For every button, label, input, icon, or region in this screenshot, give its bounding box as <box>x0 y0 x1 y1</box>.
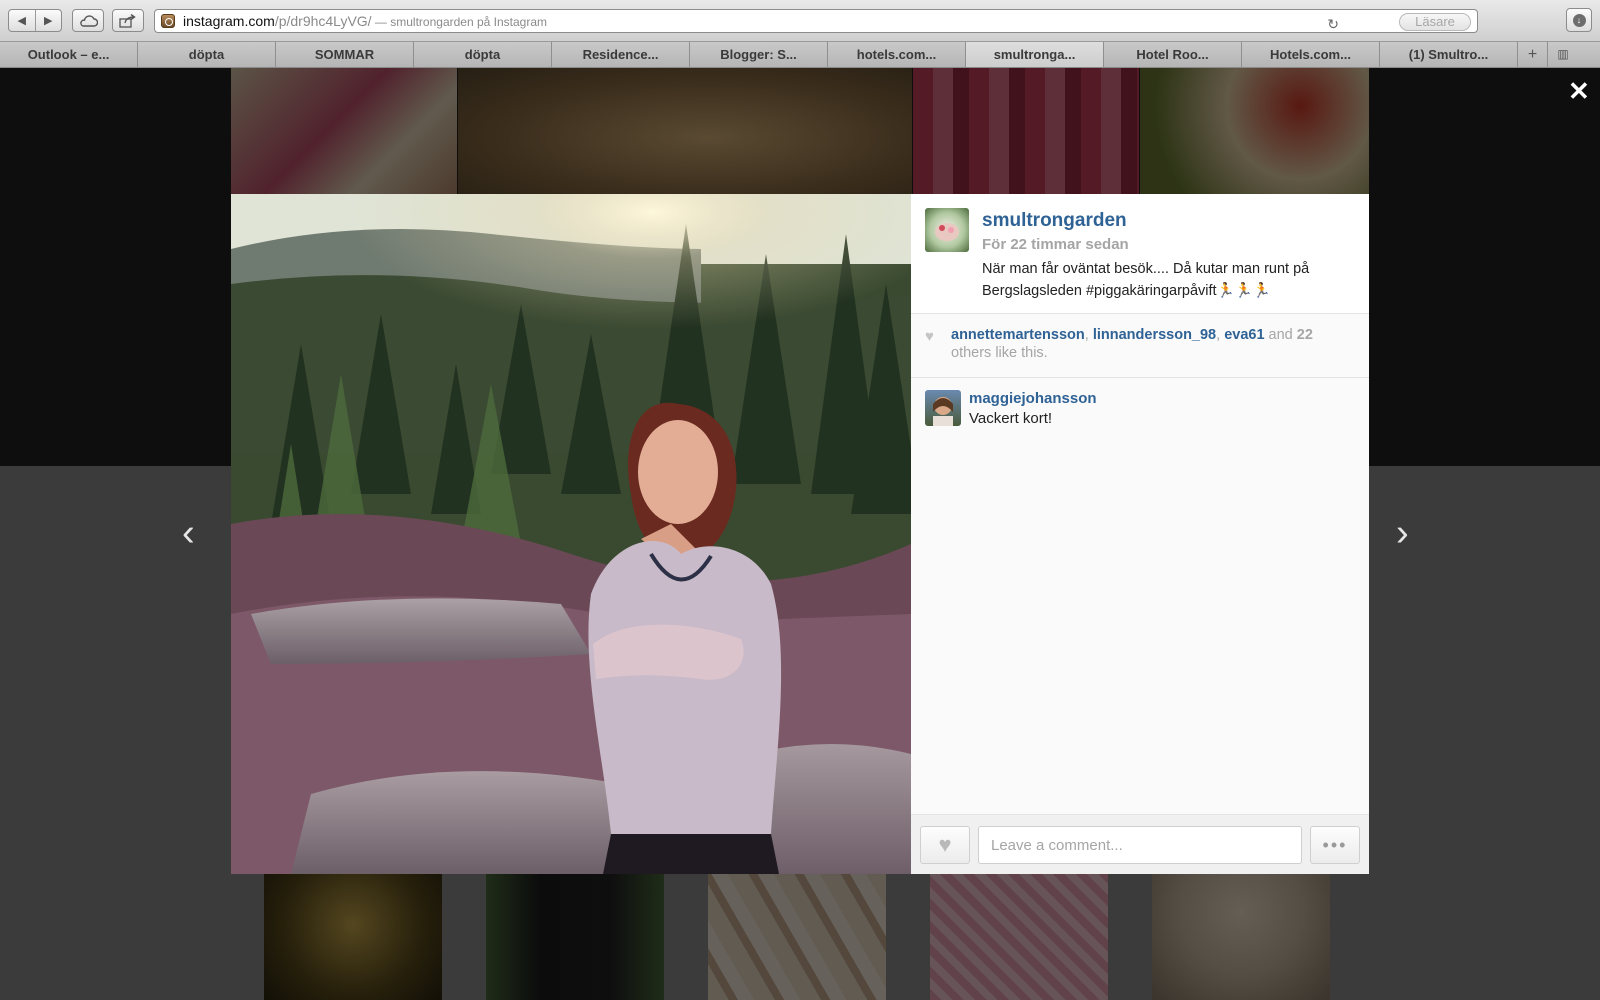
back-button[interactable]: ◀ <box>9 10 36 31</box>
background-photo-tile[interactable] <box>708 874 886 1000</box>
tab-dopta-2[interactable]: döpta <box>414 42 552 67</box>
post-photo[interactable] <box>231 194 911 874</box>
heart-icon: ♥ <box>938 832 952 857</box>
comment-bar: ♥ ••• <box>911 814 1369 874</box>
instagram-favicon-icon <box>161 14 175 28</box>
reader-button[interactable]: Läsare <box>1399 13 1471 31</box>
new-tab-button[interactable]: + <box>1518 42 1548 67</box>
comment-avatar-image <box>933 397 953 426</box>
post-details-panel: smultrongarden För 22 timmar sedan När m… <box>911 194 1369 874</box>
post-timestamp[interactable]: För 22 timmar sedan <box>982 236 1129 253</box>
chevron-right-icon[interactable]: › <box>1396 512 1409 555</box>
share-icon <box>119 13 136 28</box>
tab-bar: Outlook – e... döpta SOMMAR döpta Reside… <box>0 42 1600 68</box>
tab-outlook[interactable]: Outlook – e... <box>0 42 138 67</box>
others-suffix: others like this. <box>951 345 1048 361</box>
others-count[interactable]: 22 <box>1297 327 1313 343</box>
tab-hotels-com-1[interactable]: hotels.com... <box>828 42 966 67</box>
browser-toolbar: ◀ ▶ instagram.com/p/dr9hc4LyVG/ — smultr… <box>0 0 1600 42</box>
likes-section: ♥ annettemartensson, linnandersson_98, e… <box>911 314 1369 378</box>
avatar[interactable] <box>925 208 969 252</box>
background-photo-tile[interactable] <box>458 68 912 194</box>
tab-smultro-facebook[interactable]: (1) Smultro... <box>1380 42 1518 67</box>
avatar-image <box>935 223 959 241</box>
share-button[interactable] <box>112 9 144 32</box>
history-buttons: ◀ ▶ <box>8 9 62 32</box>
comment-text: Vackert kort! <box>969 410 1053 427</box>
like-button[interactable]: ♥ <box>920 826 970 864</box>
close-icon[interactable]: ✕ <box>1568 76 1590 107</box>
url-text: instagram.com/p/dr9hc4LyVG/ — smultronga… <box>183 10 547 32</box>
liker-link[interactable]: eva61 <box>1224 327 1264 343</box>
post-username[interactable]: smultrongarden <box>982 210 1127 232</box>
forward-button[interactable]: ▶ <box>36 10 62 31</box>
comment-avatar[interactable] <box>925 390 961 426</box>
liker-link[interactable]: annettemartensson <box>951 327 1085 343</box>
heart-icon: ♥ <box>925 328 934 345</box>
cloud-icon <box>80 14 98 27</box>
comment-input[interactable] <box>978 826 1302 864</box>
tab-hotel-room[interactable]: Hotel Roo... <box>1104 42 1242 67</box>
comment-item: maggiejohansson Vackert kort! <box>911 390 1369 440</box>
background-photo-tile[interactable] <box>913 68 1139 194</box>
likes-and-label: and <box>1268 327 1293 343</box>
background-photo-tile[interactable] <box>1140 68 1369 194</box>
chevron-left-icon[interactable]: ‹ <box>182 512 195 555</box>
tab-residence[interactable]: Residence... <box>552 42 690 67</box>
background-photo-tile[interactable] <box>231 68 457 194</box>
comment-username[interactable]: maggiejohansson <box>969 390 1097 407</box>
forest-portrait-image <box>231 194 911 874</box>
post-caption: När man får oväntat besök.... Då kutar m… <box>982 261 1310 299</box>
reload-icon[interactable]: ↻ <box>1327 13 1339 32</box>
background-photo-tile[interactable] <box>930 874 1108 1000</box>
page-title: smultrongarden på Instagram <box>390 15 547 29</box>
downloads-button[interactable]: ↓ <box>1566 8 1592 32</box>
tab-sommar[interactable]: SOMMAR <box>276 42 414 67</box>
url-separator: — <box>371 15 391 29</box>
background-photo-tile[interactable] <box>264 874 442 1000</box>
tab-hotels-com-2[interactable]: Hotels.com... <box>1242 42 1380 67</box>
more-options-button[interactable]: ••• <box>1310 826 1360 864</box>
tab-smultrongarden[interactable]: smultronga... <box>966 42 1104 67</box>
url-host: instagram.com <box>183 13 275 29</box>
post-header: smultrongarden För 22 timmar sedan När m… <box>911 194 1369 314</box>
url-path: /p/dr9hc4LyVG/ <box>274 13 372 29</box>
tab-overflow-button[interactable]: ▥ <box>1548 42 1578 67</box>
icloud-tabs-button[interactable] <box>72 9 104 32</box>
likes-text: annettemartensson, linnandersson_98, eva… <box>951 327 1313 361</box>
download-icon: ↓ <box>1572 13 1586 27</box>
tab-dopta-1[interactable]: döpta <box>138 42 276 67</box>
liker-link[interactable]: linnandersson_98 <box>1093 327 1216 343</box>
tab-blogger[interactable]: Blogger: S... <box>690 42 828 67</box>
address-bar[interactable]: instagram.com/p/dr9hc4LyVG/ — smultronga… <box>154 9 1478 33</box>
background-photo-tile[interactable] <box>486 874 664 1000</box>
background-photo-tile[interactable] <box>1152 874 1330 1000</box>
